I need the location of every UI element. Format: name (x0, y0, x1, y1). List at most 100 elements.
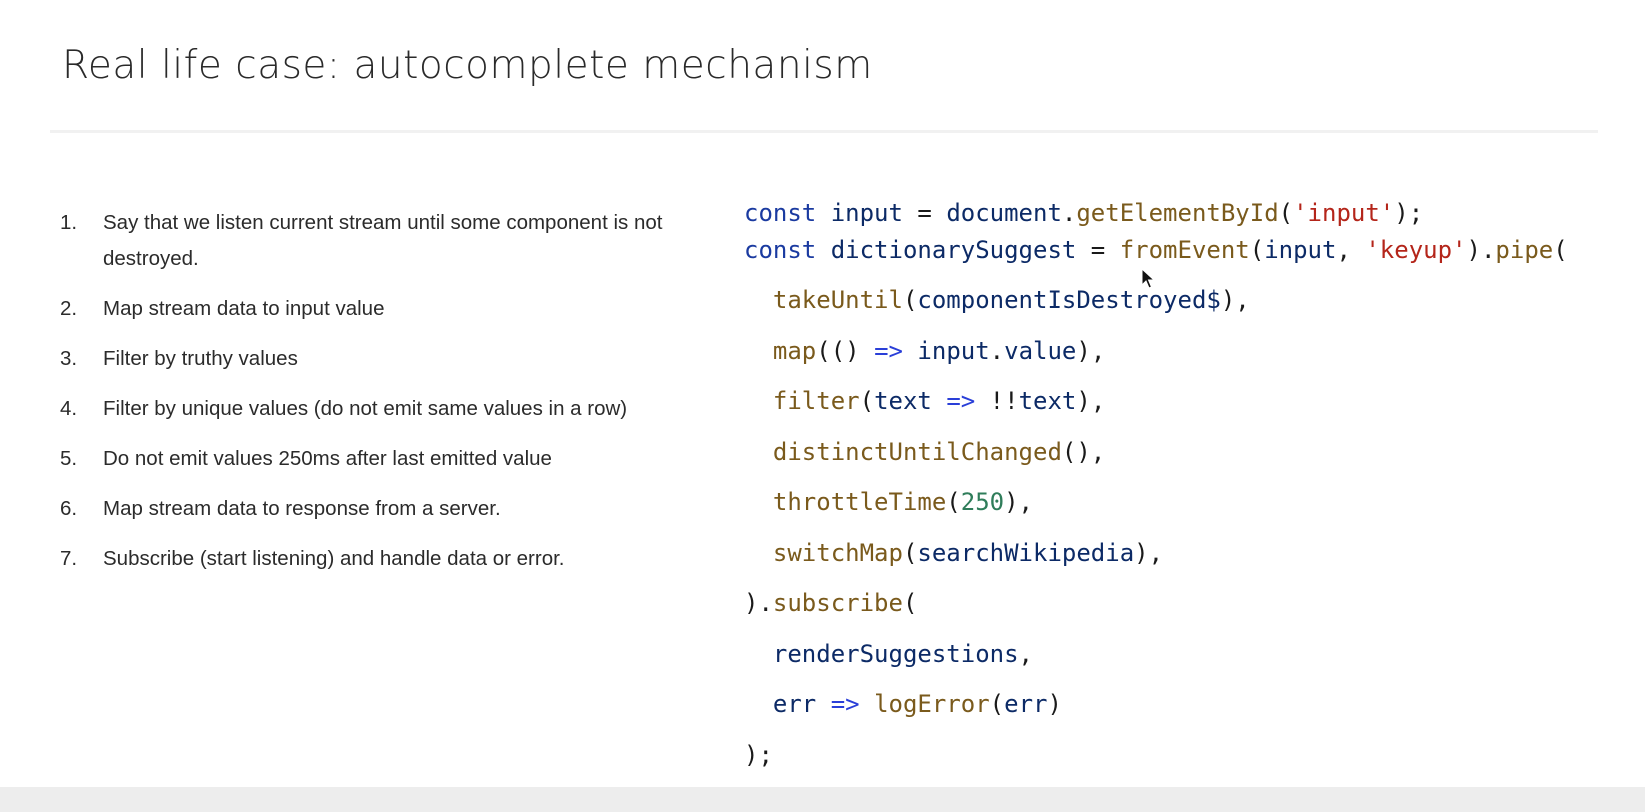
code-token: const (744, 235, 817, 264)
code-token: = (902, 199, 947, 227)
code-token: ), (1076, 336, 1106, 365)
step-text: Say that we listen current stream until … (103, 211, 663, 270)
code-token: takeUntil (772, 286, 903, 314)
code-token: getElementById (1076, 199, 1279, 227)
list-item: 6. Map stream data to response from a se… (60, 491, 680, 527)
code-token: ), (1076, 387, 1106, 415)
code-token: ( (902, 286, 918, 314)
step-text: Do not emit values 250ms after last emit… (103, 447, 552, 470)
list-item: 1. Say that we listen current stream unt… (60, 205, 680, 277)
code-token: input (917, 336, 990, 365)
code-token: ( (946, 488, 961, 516)
code-token: ( (1278, 199, 1294, 227)
code-line: throttleTime(250), (744, 487, 1568, 538)
code-token: 'input' (1293, 199, 1395, 227)
code-token: ). (744, 589, 773, 617)
code-token: => (946, 387, 976, 415)
step-number: 4. (60, 397, 78, 420)
code-token: ), (1004, 488, 1034, 516)
step-number: 2. (60, 297, 78, 320)
list-item: 7. Subscribe (start listening) and handl… (60, 541, 680, 577)
code-line: ); (744, 740, 1568, 791)
code-token: ); (1394, 199, 1424, 227)
code-token: ( (902, 538, 918, 567)
code-token: subscribe (772, 589, 903, 617)
code-token: , (1336, 235, 1366, 264)
code-token: , (1018, 639, 1033, 668)
code-token: input (830, 199, 903, 227)
code-token: ( (1249, 235, 1265, 264)
code-block: const input = document.getElementById('i… (744, 198, 1568, 790)
code-token: throttleTime (772, 488, 947, 516)
mouse-pointer-icon (1141, 268, 1155, 289)
code-line: err => logError(err) (744, 689, 1568, 740)
step-number: 7. (60, 547, 78, 570)
code-line: takeUntil(componentIsDestroyed$), (744, 285, 1568, 336)
code-token: ); (744, 740, 773, 769)
list-item: 2. Map stream data to input value (60, 291, 680, 327)
code-token: = (1076, 235, 1120, 264)
code-token: 'keyup' (1365, 235, 1467, 264)
code-token: (), (1061, 437, 1106, 466)
code-token: text (1018, 387, 1077, 415)
step-text: Filter by truthy values (103, 347, 298, 370)
code-token: searchWikipedia (917, 538, 1135, 567)
code-token: ) (1047, 690, 1062, 718)
list-item: 5. Do not emit values 250ms after last e… (60, 441, 680, 477)
code-line: distinctUntilChanged(), (744, 437, 1568, 488)
code-token: document (946, 199, 1062, 227)
code-token: !! (975, 387, 1019, 415)
code-line: renderSuggestions, (744, 639, 1568, 690)
code-line: ).subscribe( (744, 588, 1568, 639)
step-text: Map stream data to input value (103, 297, 385, 320)
code-token: filter (772, 387, 860, 415)
code-token: => (830, 690, 860, 718)
code-token: input (1264, 235, 1337, 264)
code-token: ( (1553, 235, 1568, 264)
slide-title: Real life case: autocomplete mechanism (62, 43, 873, 88)
code-line: const input = document.getElementById('i… (744, 198, 1568, 235)
list-item: 3. Filter by truthy values (60, 341, 680, 377)
step-text: Map stream data to response from a serve… (103, 497, 501, 520)
code-token: pipe (1495, 235, 1554, 264)
code-token: . (1061, 199, 1077, 227)
code-token: (() (816, 336, 875, 365)
code-token: ), (1134, 538, 1164, 567)
code-token: ), (1220, 286, 1250, 314)
code-token: . (989, 336, 1005, 365)
code-token: fromEvent (1119, 235, 1250, 264)
code-token: err (1004, 690, 1048, 718)
steps-list: 1. Say that we listen current stream unt… (60, 205, 680, 591)
code-token: componentIsDestroyed$ (917, 286, 1221, 314)
step-number: 1. (60, 211, 78, 234)
code-line: const dictionarySuggest = fromEvent(inpu… (744, 235, 1568, 286)
code-token: dictionarySuggest (830, 235, 1077, 264)
slide: Real life case: autocomplete mechanism 1… (0, 0, 1645, 809)
code-token: 250 (960, 488, 1005, 516)
code-line: map(() => input.value), (744, 336, 1568, 387)
code-token: renderSuggestions (772, 639, 1019, 668)
step-number: 6. (60, 497, 78, 520)
code-token: map (772, 336, 817, 365)
bottom-strip (0, 787, 1645, 812)
title-divider (50, 130, 1598, 133)
step-number: 5. (60, 447, 78, 470)
code-token: => (874, 336, 903, 365)
code-token: switchMap (772, 538, 903, 567)
code-token: err (772, 690, 817, 718)
list-item: 4. Filter by unique values (do not emit … (60, 391, 680, 427)
step-number: 3. (60, 347, 78, 370)
